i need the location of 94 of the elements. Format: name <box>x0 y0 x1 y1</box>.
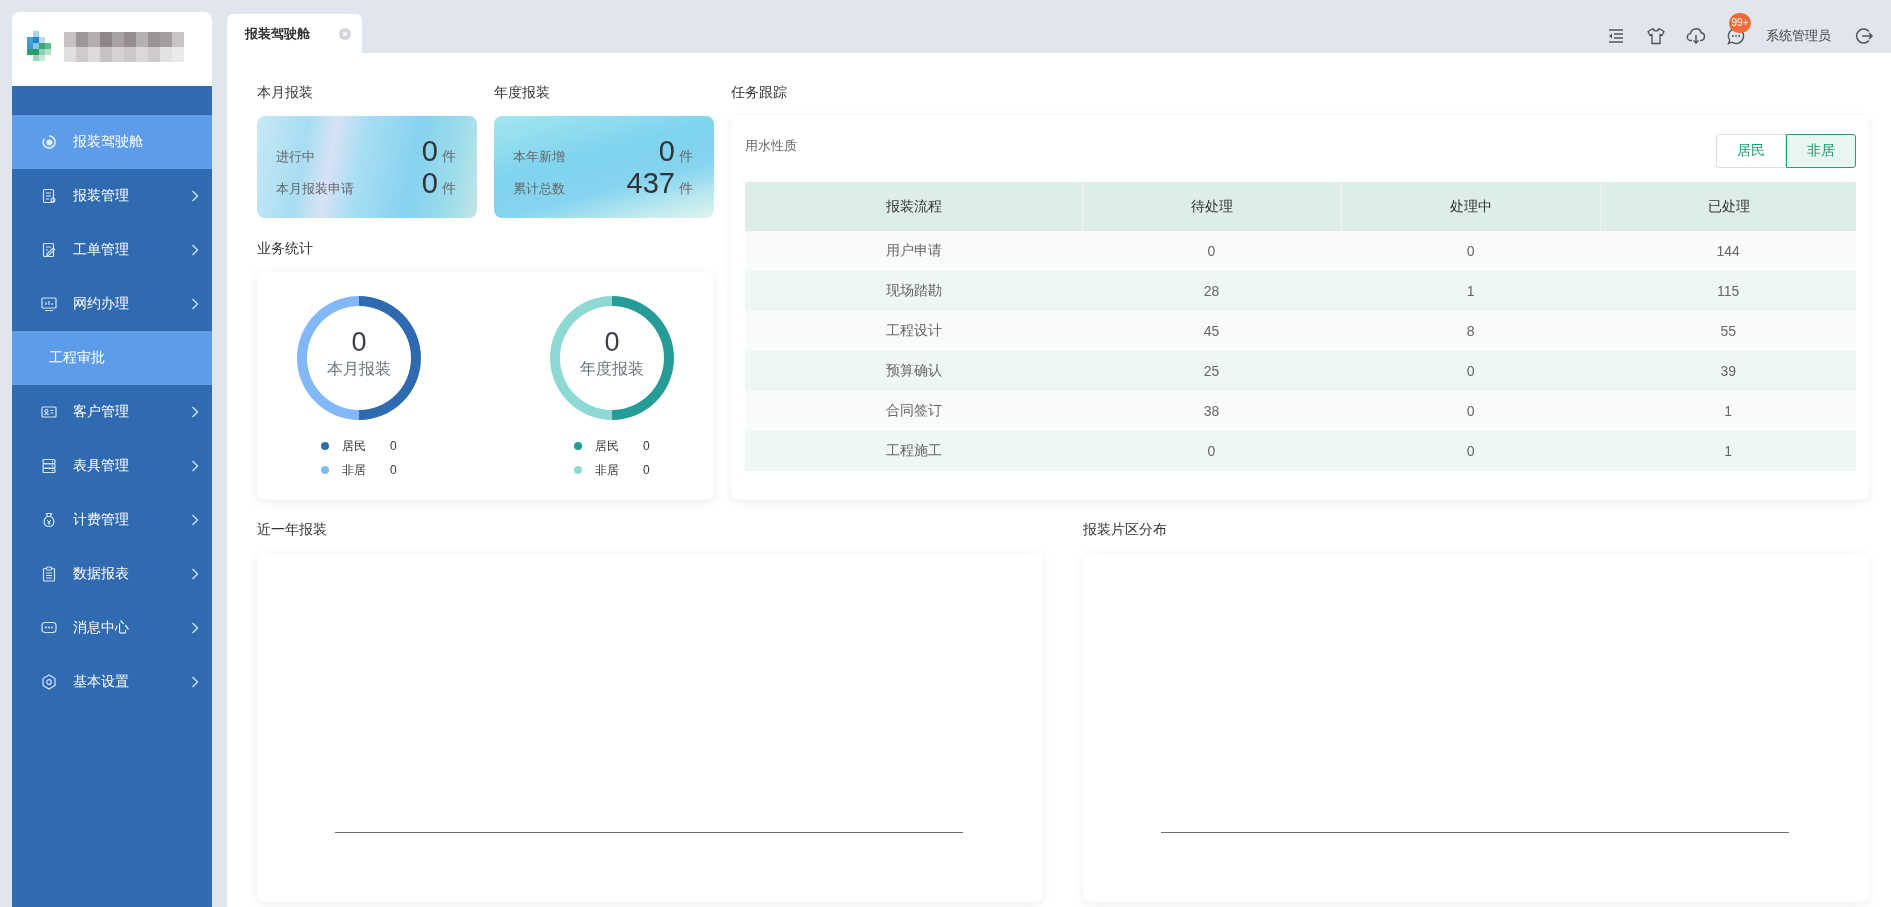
logout-icon[interactable] <box>1854 25 1874 46</box>
table-cell-text: 现场踏勘 <box>884 282 943 300</box>
table-cell-text: 45 <box>1202 323 1221 339</box>
unit-label: 件 <box>442 180 456 198</box>
table-cell-text: 1 <box>1723 403 1734 419</box>
table-cell-text: 0 <box>1465 403 1476 419</box>
sidebar-item[interactable]: 基本设置 <box>12 655 212 709</box>
chevron-right-icon <box>191 622 199 634</box>
sidebar-item[interactable]: 消息中心 <box>12 601 212 655</box>
table-cell-text: 0 <box>1465 443 1476 459</box>
filter-toggle-button[interactable]: 非居 <box>1786 134 1856 168</box>
sidebar-item[interactable]: 网约办理 <box>12 277 212 331</box>
table-cell-text: 38 <box>1202 403 1221 419</box>
clipboard-icon <box>41 566 57 582</box>
table-cell-text: 1 <box>1723 443 1734 459</box>
table-cell-text: 合同签订 <box>884 402 943 420</box>
table-cell-text: 144 <box>1715 243 1741 259</box>
legend-value: 0 <box>390 439 397 453</box>
server-icon <box>41 458 57 474</box>
legend-value: 0 <box>643 439 650 453</box>
column-header: 报装流程 <box>884 197 943 216</box>
donut-total: 0 <box>604 326 620 358</box>
chevron-right-icon <box>191 568 199 580</box>
legend-value: 0 <box>390 463 397 477</box>
table-cell-text: 39 <box>1719 363 1737 379</box>
stat-label: 本月报装申请 <box>276 180 355 198</box>
section-title: 业务统计 <box>257 239 314 258</box>
notification-badge: 99+ <box>1729 12 1751 33</box>
table-cell-text: 115 <box>1716 283 1741 299</box>
money-bag-icon <box>41 512 57 528</box>
section-title: 近一年报装 <box>257 520 328 539</box>
legend-label: 非居 <box>342 461 367 479</box>
stat-value: 0 <box>421 136 438 166</box>
donut-caption: 年度报装 <box>580 359 644 379</box>
stat-value: 437 <box>626 168 675 198</box>
stat-value: 0 <box>658 136 675 166</box>
document-edit-icon <box>41 242 57 258</box>
sidebar-item[interactable]: 数据报表 <box>12 547 212 601</box>
chevron-right-icon <box>191 298 199 310</box>
table-cell-text: 55 <box>1719 323 1737 339</box>
section-title: 任务跟踪 <box>731 83 788 102</box>
cloud-download-icon[interactable] <box>1686 25 1706 46</box>
page-tab[interactable]: 报装驾驶舱 <box>227 14 362 53</box>
stat-label: 进行中 <box>276 148 316 166</box>
filter-toggle-button[interactable]: 居民 <box>1716 134 1786 168</box>
stat-value: 0 <box>421 168 438 198</box>
table-cell-text: 28 <box>1202 283 1221 299</box>
monitor-icon <box>41 296 57 312</box>
chevron-right-icon <box>191 460 199 472</box>
table-cell-text: 1 <box>1465 283 1476 299</box>
sidebar-item[interactable]: 计费管理 <box>12 493 212 547</box>
legend-value: 0 <box>643 463 650 477</box>
sidebar-subitem[interactable]: 工程审批 <box>12 331 212 385</box>
table-cell-text: 0 <box>1206 243 1217 259</box>
table-cell-text: 25 <box>1202 363 1221 379</box>
table-cell-text: 工程施工 <box>884 442 943 460</box>
shirt-icon[interactable] <box>1646 25 1666 46</box>
document-icon <box>41 188 57 204</box>
chevron-right-icon <box>191 190 199 202</box>
donut-caption: 本月报装 <box>327 359 391 379</box>
chevron-right-icon <box>191 514 199 526</box>
stat-label: 累计总数 <box>513 180 566 198</box>
unit-label: 件 <box>679 180 693 198</box>
table-cell-text: 0 <box>1465 243 1476 259</box>
sidebar-item[interactable]: 表具管理 <box>12 439 212 493</box>
legend-label: 居民 <box>595 437 620 455</box>
chevron-right-icon <box>191 406 199 418</box>
chevron-right-icon <box>191 676 199 688</box>
sidebar-item[interactable]: 工单管理 <box>12 223 212 277</box>
donut-total: 0 <box>351 326 367 358</box>
sidebar-item[interactable]: 报装管理 <box>12 169 212 223</box>
unit-label: 件 <box>679 148 693 166</box>
filter-label: 用水性质 <box>745 137 797 155</box>
stat-label: 本年新增 <box>513 148 566 166</box>
legend-label: 居民 <box>342 437 367 455</box>
chevron-right-icon <box>191 244 199 256</box>
table-cell-text: 8 <box>1465 323 1476 339</box>
sidebar-item[interactable]: 客户管理 <box>12 385 212 439</box>
section-title: 本月报装 <box>257 83 314 102</box>
id-card-icon <box>41 404 57 420</box>
user-name[interactable]: 系统管理员 <box>1766 26 1831 45</box>
table-cell-text: 0 <box>1465 363 1476 379</box>
section-title: 报装片区分布 <box>1083 520 1168 539</box>
settings-icon <box>41 674 57 690</box>
message-icon <box>41 620 57 636</box>
sidebar-item[interactable]: 报装驾驶舱 <box>12 115 212 169</box>
section-title: 年度报装 <box>494 83 551 102</box>
table-cell-text: 0 <box>1206 443 1217 459</box>
dial-icon <box>41 134 57 150</box>
table-cell-text: 预算确认 <box>884 362 943 380</box>
legend-label: 非居 <box>595 461 620 479</box>
table-cell-text: 用户申请 <box>884 242 943 260</box>
unit-label: 件 <box>442 148 456 166</box>
table-cell-text: 工程设计 <box>884 322 943 340</box>
